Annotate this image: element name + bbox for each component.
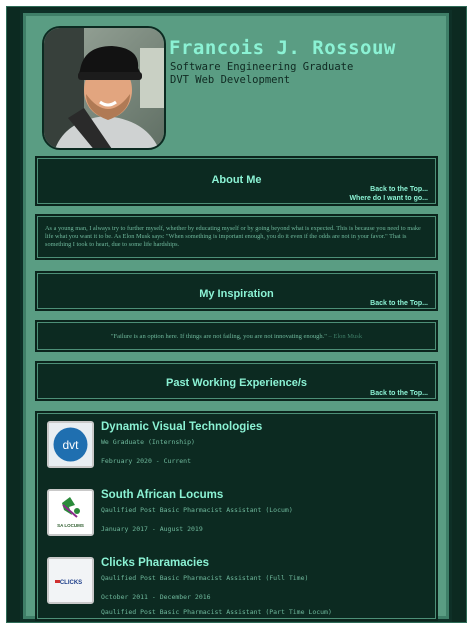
job-dates: October 2011 - December 2016 [101, 593, 211, 601]
job-company: Dynamic Visual Technologies [101, 421, 263, 433]
inspiration-quote: "Failure is an option here. If things ar… [37, 333, 436, 340]
inspiration-title: My Inspiration [199, 288, 274, 300]
profile-panel: Francois J. Rossouw Software Engineering… [20, 10, 452, 622]
experience-title: Past Working Experience/s [165, 377, 308, 389]
inspiration-header: My Inspiration Back to the Top... [35, 271, 438, 311]
inspiration-body: "Failure is an option here. If things ar… [35, 320, 438, 352]
about-body: As a young man, I always try to further … [35, 214, 438, 260]
about-header: About Me Back to the Top... Where do I w… [35, 156, 438, 206]
job-company: South African Locums [101, 489, 224, 501]
quote-text: "Failure is an option here. If things ar… [110, 333, 327, 340]
where-to-go-link[interactable]: Where do I want to go... [349, 195, 428, 202]
profile-company: DVT Web Development [170, 74, 291, 86]
job-company: Clicks Pharamacies [101, 557, 210, 569]
profile-name: Francois J. Rossouw [169, 37, 396, 59]
job-role: Qaulified Post Basic Pharmacist Assistan… [101, 574, 309, 582]
quote-author: – Elon Musk [328, 333, 363, 340]
about-title: About Me [211, 174, 262, 186]
sa-locums-logo: SA LOCUMS [47, 489, 94, 536]
job-role-secondary: Qaulified Post Basic Pharmacist Assistan… [101, 608, 332, 616]
back-to-top-link[interactable]: Back to the Top... [370, 186, 428, 193]
profile-subtitle: Software Engineering Graduate [170, 61, 354, 73]
job-role: We Graduate (Internship) [101, 438, 195, 446]
experience-list: dvt Dynamic Visual Technologies We Gradu… [35, 411, 438, 621]
back-to-top-link[interactable]: Back to the Top... [370, 300, 428, 307]
back-to-top-link[interactable]: Back to the Top... [370, 390, 428, 397]
dvt-logo-text: dvt [62, 438, 79, 452]
avatar [42, 26, 166, 150]
job-dates: February 2020 - Current [101, 457, 192, 465]
clicks-logo-text: CLICKS [60, 580, 82, 586]
dvt-logo: dvt [47, 421, 94, 468]
clicks-logo: CLICKS [47, 557, 94, 604]
sa-locums-logo-text: SA LOCUMS [57, 523, 84, 528]
experience-header: Past Working Experience/s Back to the To… [35, 361, 438, 401]
job-dates: January 2017 - August 2019 [101, 525, 203, 533]
about-text: As a young man, I always try to further … [45, 225, 421, 249]
job-role: Qaulified Post Basic Pharmacist Assistan… [101, 506, 293, 514]
